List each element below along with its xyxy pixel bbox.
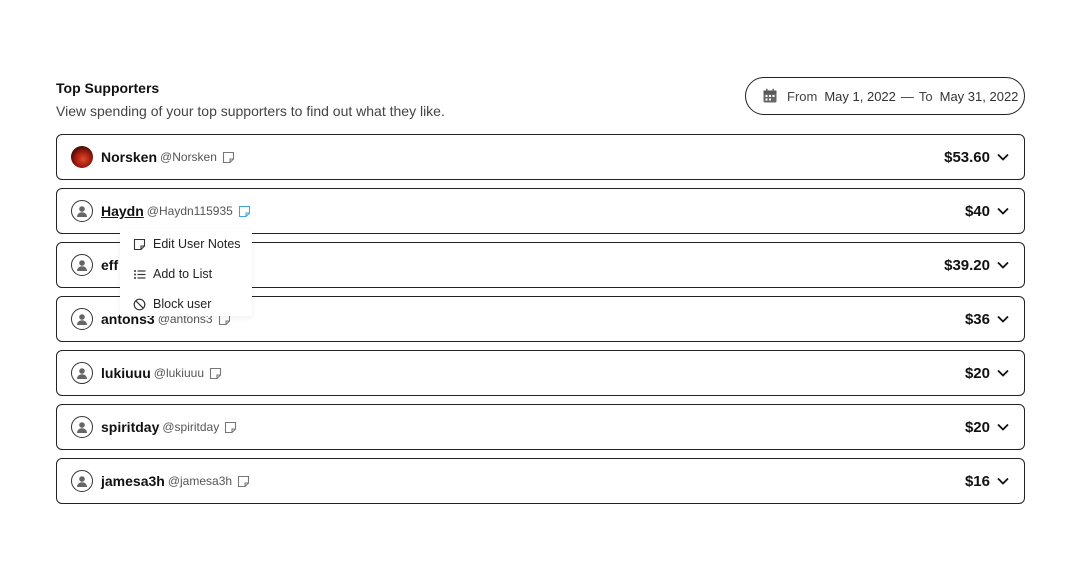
supporter-name[interactable]: jamesa3h [101, 473, 165, 489]
menu-item-add-to-list[interactable]: Add to List [120, 259, 252, 289]
supporter-row[interactable]: lukiuuu @lukiuuu $20 [56, 350, 1025, 396]
supporter-name[interactable]: Haydn [101, 203, 144, 219]
page-subtitle: View spending of your top supporters to … [56, 103, 445, 119]
calendar-icon [762, 88, 778, 104]
avatar[interactable] [71, 200, 93, 222]
chevron-down-icon[interactable] [996, 366, 1010, 380]
date-from-label: From [787, 88, 818, 104]
avatar[interactable] [71, 470, 93, 492]
chevron-down-icon[interactable] [996, 474, 1010, 488]
supporter-name[interactable]: lukiuuu [101, 365, 151, 381]
note-icon[interactable] [238, 205, 251, 218]
supporter-amount: $40 [964, 202, 990, 220]
avatar[interactable] [71, 308, 93, 330]
menu-item-block-user[interactable]: Block user [120, 289, 252, 319]
supporter-amount: $53.60 [944, 148, 990, 166]
date-from-value[interactable]: May 1, 2022 [824, 89, 896, 104]
note-icon[interactable] [222, 151, 235, 164]
supporter-row[interactable]: Norsken @Norsken $53.60 [56, 134, 1025, 180]
supporter-amount: $20 [964, 418, 990, 436]
chevron-down-icon[interactable] [996, 204, 1010, 218]
date-to-value[interactable]: May 31, 2022 [940, 89, 1019, 104]
supporter-amount: $36 [964, 310, 990, 328]
note-icon[interactable] [209, 367, 222, 380]
menu-item-label: Add to List [153, 267, 213, 281]
block-icon [133, 298, 146, 311]
supporter-handle: @lukiuuu [153, 366, 204, 380]
supporter-amount: $16 [964, 472, 990, 490]
note-icon [133, 238, 146, 251]
menu-item-edit-user-notes[interactable]: Edit User Notes [120, 229, 252, 259]
list-icon [133, 268, 146, 281]
menu-item-label: Block user [153, 297, 212, 311]
supporter-handle: @Haydn115935 [146, 204, 233, 218]
supporter-amount: $20 [964, 364, 990, 382]
date-separator: — [900, 88, 914, 104]
supporters-list: Norsken @Norsken $53.60 Haydn @Haydn1159… [56, 134, 1025, 512]
avatar[interactable] [71, 146, 93, 168]
avatar[interactable] [71, 362, 93, 384]
supporter-amount: $39.20 [944, 256, 990, 274]
menu-item-label: Edit User Notes [153, 237, 241, 251]
date-to-label: To [918, 88, 933, 104]
supporter-name[interactable]: Norsken [101, 149, 157, 165]
chevron-down-icon[interactable] [996, 258, 1010, 272]
supporter-handle: @spiritday [162, 420, 220, 434]
note-icon[interactable] [224, 421, 237, 434]
supporter-handle: @Norsken [160, 150, 217, 164]
supporter-name[interactable]: spiritday [101, 419, 159, 435]
chevron-down-icon[interactable] [996, 420, 1010, 434]
chevron-down-icon[interactable] [996, 150, 1010, 164]
supporter-handle: @jamesa3h [167, 474, 233, 488]
page-title: Top Supporters [56, 80, 160, 96]
note-icon[interactable] [237, 475, 250, 488]
chevron-down-icon[interactable] [996, 312, 1010, 326]
supporter-row[interactable]: spiritday @spiritday $20 [56, 404, 1025, 450]
supporter-name[interactable]: eff [101, 257, 118, 273]
avatar[interactable] [71, 254, 93, 276]
avatar[interactable] [71, 416, 93, 438]
user-context-menu: Edit User Notes Add to List Block user [120, 229, 252, 316]
supporter-row[interactable]: Haydn @Haydn115935 $40 [56, 188, 1025, 234]
supporter-row[interactable]: jamesa3h @jamesa3h $16 [56, 458, 1025, 504]
date-range-picker[interactable]: From May 1, 2022 — To May 31, 2022 [745, 77, 1025, 115]
